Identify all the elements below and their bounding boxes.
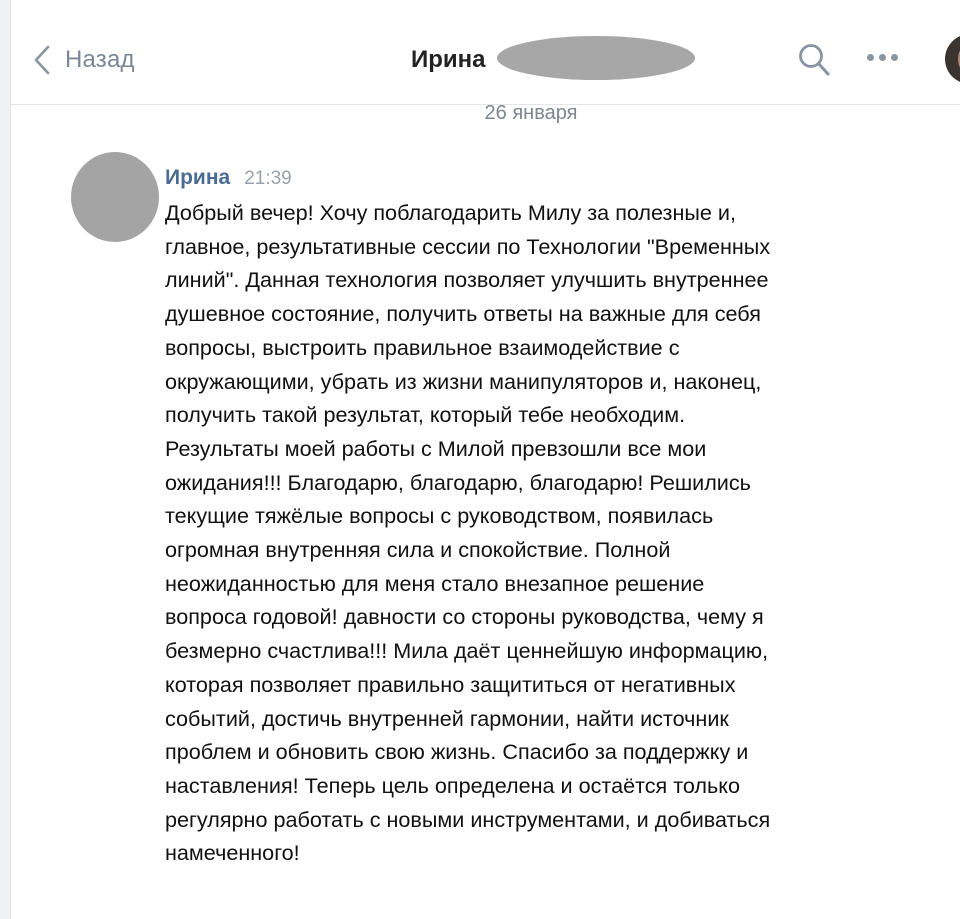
chat-header: Назад Ирина xyxy=(11,0,960,105)
message-line: душевное состояние, получить ответы на в… xyxy=(165,301,761,327)
message-line: окружающими, убрать из жизни манипулятор… xyxy=(165,368,762,394)
date-separator: 26 января xyxy=(484,102,578,124)
message-line: которая позволяет правильно защититься о… xyxy=(165,671,736,697)
message-line: получить такой результат, который тебе н… xyxy=(165,402,686,428)
message-line: вопроса годовой! давности со стороны рук… xyxy=(165,604,764,630)
back-button[interactable]: Назад xyxy=(33,40,135,80)
message-header: Ирина 21:39 xyxy=(165,166,292,190)
avatar[interactable] xyxy=(945,34,960,84)
more-horizontal-icon xyxy=(867,54,874,61)
more-button[interactable] xyxy=(867,54,898,61)
message-line: неожиданностью для меня стало внезапное … xyxy=(165,570,705,596)
message-author[interactable]: Ирина xyxy=(165,166,230,190)
message-line: безмерно счастлива!!! Мила даёт ценнейшу… xyxy=(165,638,769,664)
chat-title-name: Ирина xyxy=(411,46,486,73)
message-time: 21:39 xyxy=(244,168,292,189)
search-icon xyxy=(797,44,831,82)
back-label: Назад xyxy=(65,46,135,73)
redacted-surname xyxy=(497,36,695,80)
message-line: Добрый вечер! Хочу поблагодарить Милу за… xyxy=(165,200,736,225)
message-line: текущие тяжёлые вопросы с руководством, … xyxy=(165,503,714,529)
message-avatar[interactable] xyxy=(71,152,159,242)
message-line: намеченного! xyxy=(165,840,300,866)
chevron-left-icon xyxy=(33,44,51,76)
message-line: событий, достичь внутренней гармонии, на… xyxy=(165,705,729,731)
message-line: Результаты моей работы с Милой превзошли… xyxy=(165,435,707,461)
search-button[interactable] xyxy=(797,42,831,83)
message-line: главное, результативные сессии по Технол… xyxy=(165,233,771,259)
message-line: проблем и обновить свою жизнь. Спасибо з… xyxy=(165,739,749,765)
message-line: огромная внутренняя сила и спокойствие. … xyxy=(165,537,671,563)
message-line: ожидания!!! Благодарю, благодарю, благод… xyxy=(165,469,751,495)
chat-title[interactable]: Ирина xyxy=(411,40,486,80)
message-line: вопросы, выстроить правильное взаимодейс… xyxy=(165,334,680,360)
message-text: Добрый вечер! Хочу поблагодарить Милу за… xyxy=(165,196,885,870)
chat-panel: Назад Ирина 26 января Ирина 21:39 Добрый… xyxy=(10,0,960,919)
message-line: наставления! Теперь цель определена и ос… xyxy=(165,772,740,798)
message-line: регулярно работать с новыми инструментам… xyxy=(165,806,771,832)
message-line: линий". Данная технология позволяет улуч… xyxy=(165,267,769,293)
